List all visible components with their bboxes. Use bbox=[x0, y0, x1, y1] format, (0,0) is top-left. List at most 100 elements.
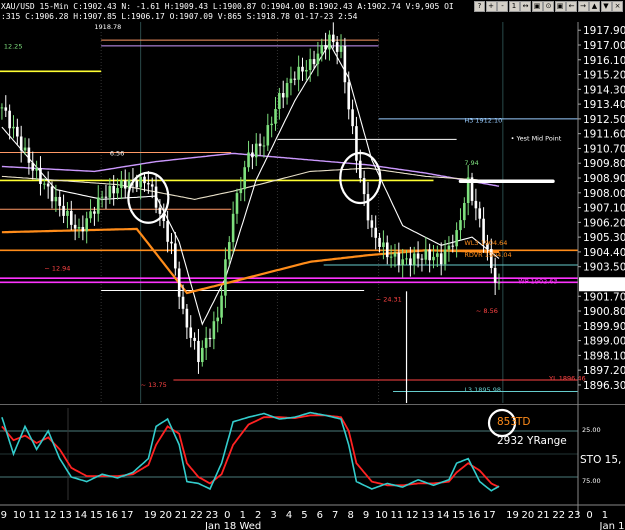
price-bar-body bbox=[251, 152, 254, 158]
toolbar-button-0[interactable]: ? bbox=[474, 1, 485, 12]
price-bar-body bbox=[328, 34, 331, 50]
price-tick-label: 1896.30 bbox=[583, 380, 625, 392]
annotation-label: ~ 24.31 bbox=[376, 296, 402, 304]
price-bar-body bbox=[154, 186, 158, 208]
price-bar-body bbox=[416, 253, 420, 259]
price-bar-body bbox=[436, 253, 439, 257]
price-bar-body bbox=[281, 93, 285, 98]
price-bar-body bbox=[239, 189, 243, 194]
price-bar-body bbox=[378, 237, 381, 247]
price-bar-body bbox=[374, 227, 377, 238]
toolbar-button-12[interactable]: × bbox=[612, 1, 623, 12]
price-bar-body bbox=[247, 152, 250, 168]
price-tick-label: 1906.20 bbox=[583, 217, 625, 229]
toolbar-button-4[interactable]: ↔ bbox=[520, 1, 531, 12]
price-tick-label: 1910.70 bbox=[583, 143, 625, 155]
time-tick-label: 1 bbox=[240, 510, 246, 521]
price-tick-label: 1908.00 bbox=[583, 188, 625, 200]
time-tick-label: 14 bbox=[75, 510, 88, 521]
price-bar-body bbox=[104, 196, 108, 198]
price-bar-body bbox=[54, 196, 58, 202]
price-bar-body bbox=[27, 147, 31, 163]
price-bar-body bbox=[293, 78, 297, 80]
price-bar-body bbox=[324, 45, 327, 50]
toolbar-button-5[interactable]: ▣ bbox=[531, 1, 543, 12]
price-tick-label: 1900.80 bbox=[583, 306, 625, 318]
time-tick-label: 20 bbox=[522, 510, 535, 521]
time-tick-label: 9 bbox=[363, 510, 369, 521]
price-bar-body bbox=[93, 211, 96, 214]
price-bar-body bbox=[170, 241, 173, 244]
price-chart[interactable]: 12.25 1918.78 6.56 ~ 12.94 ~ 13.75 ~ 24.31 7.9… bbox=[0, 0, 625, 530]
time-tick-label: 12 bbox=[406, 510, 419, 521]
toolbar-button-2[interactable]: - bbox=[497, 1, 508, 12]
price-bar-body bbox=[347, 82, 351, 110]
annotation-label: ~ 12.94 bbox=[44, 264, 70, 272]
price-bar-body bbox=[174, 243, 177, 269]
price-bar-body bbox=[358, 160, 362, 179]
time-tick-label: 21 bbox=[537, 510, 550, 521]
price-bar-body bbox=[266, 125, 270, 146]
price-tick-label: 1901.70 bbox=[583, 291, 625, 303]
time-tick-label: 10 bbox=[13, 510, 26, 521]
price-bar-body bbox=[108, 185, 112, 198]
annotation-label: ~ 13.75 bbox=[141, 381, 167, 389]
price-bar-body bbox=[301, 66, 304, 72]
price-bar-body bbox=[405, 258, 408, 260]
stoch-label: STO 15, bbox=[580, 454, 621, 466]
price-tick-label: 1912.50 bbox=[583, 114, 625, 126]
price-tick-label: 1898.10 bbox=[583, 350, 625, 362]
price-bar-body bbox=[120, 180, 123, 188]
price-bar-body bbox=[362, 178, 366, 195]
time-tick-label: 15 bbox=[452, 510, 465, 521]
price-bar-body bbox=[332, 34, 335, 43]
toolbar-button-8[interactable]: ← bbox=[566, 1, 577, 12]
time-tick-label: 15 bbox=[90, 510, 103, 521]
price-bar-body bbox=[389, 256, 393, 258]
time-tick-label: 1 bbox=[602, 510, 608, 521]
price-bar-body bbox=[69, 210, 73, 225]
price-bar-body bbox=[0, 107, 4, 109]
price-bar-body bbox=[177, 268, 181, 297]
price-tick-label: 1915.20 bbox=[583, 70, 625, 82]
price-bar-body bbox=[35, 168, 38, 171]
toolbar-button-7[interactable]: ▣ bbox=[554, 1, 566, 12]
toolbar-button-9[interactable]: → bbox=[577, 1, 589, 12]
toolbar-button-1[interactable]: + bbox=[485, 1, 497, 12]
price-bar-body bbox=[474, 200, 478, 209]
price-bar-body bbox=[201, 347, 204, 363]
price-bar-body bbox=[455, 230, 458, 247]
price-bar-body bbox=[289, 78, 293, 84]
price-bar-body bbox=[50, 186, 54, 202]
price-bar-body bbox=[235, 193, 239, 214]
toolbar-button-10[interactable]: ▲ bbox=[589, 1, 600, 12]
annotation-label: WL3 1904.64 bbox=[464, 239, 507, 247]
price-tick-label: 1908.90 bbox=[583, 173, 625, 185]
price-bar-body bbox=[463, 203, 466, 221]
price-bar-body bbox=[112, 185, 115, 194]
price-bar-body bbox=[316, 53, 320, 65]
price-bar-body bbox=[385, 242, 389, 258]
toolbar-button-6[interactable]: ⊙ bbox=[543, 1, 554, 12]
price-bar-body bbox=[393, 252, 397, 257]
price-bar-body bbox=[123, 180, 127, 189]
time-tick-label: 13 bbox=[421, 510, 434, 521]
price-bar-body bbox=[19, 136, 23, 151]
time-tick-label: 14 bbox=[437, 510, 450, 521]
price-bar-body bbox=[351, 109, 354, 127]
price-bar-body bbox=[31, 162, 35, 171]
toolbar-button-11[interactable]: ▼ bbox=[600, 1, 612, 12]
price-bar-body bbox=[443, 249, 447, 265]
price-bar-body bbox=[231, 213, 235, 243]
annotation-label: 12.25 bbox=[4, 43, 23, 51]
time-tick-label: 16 bbox=[105, 510, 118, 521]
price-bar-body bbox=[89, 211, 92, 219]
price-bar-body bbox=[243, 167, 246, 190]
price-bar-body bbox=[135, 180, 139, 188]
time-tick-label: 11 bbox=[391, 510, 404, 521]
toolbar-button-3[interactable]: 1 bbox=[508, 1, 520, 12]
price-bar-body bbox=[77, 227, 81, 229]
date-label: Jan 19 Thu bbox=[599, 521, 625, 530]
time-tick-label: 5 bbox=[301, 510, 307, 521]
price-tick-label: 1917.90 bbox=[583, 25, 625, 37]
